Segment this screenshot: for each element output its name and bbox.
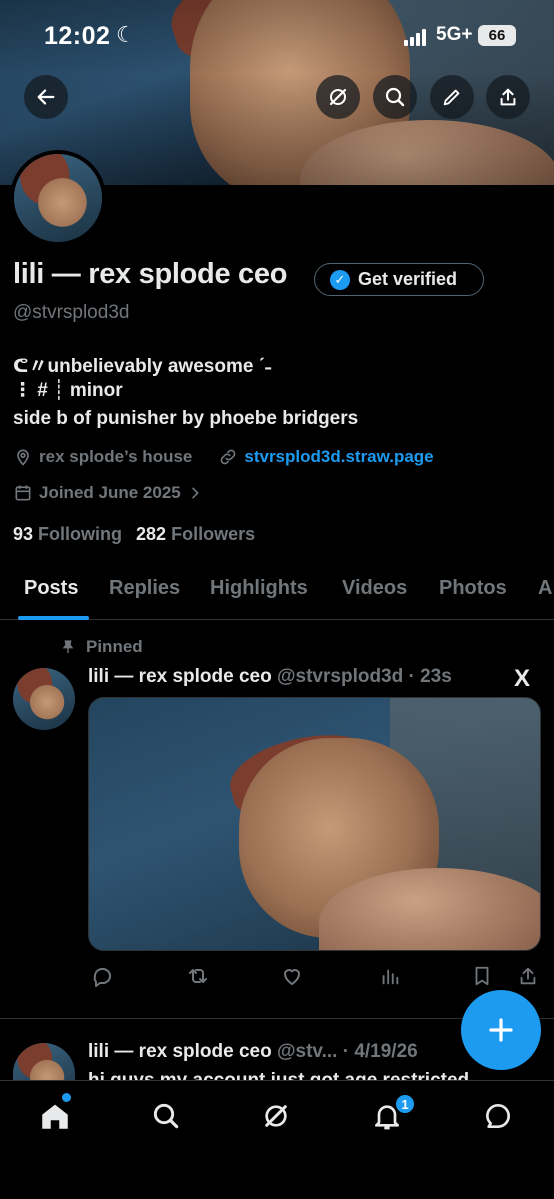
arrow-left-icon bbox=[37, 89, 55, 105]
bio-line-3: side b of punisher by phoebe bridgers bbox=[13, 408, 359, 429]
home-unread-dot bbox=[62, 1093, 71, 1102]
calendar-icon bbox=[15, 485, 31, 501]
followers-label: Followers bbox=[171, 524, 256, 544]
bio-line-1: ᕦ〃unbelievably awesome ˊ˗ bbox=[13, 356, 272, 377]
search-icon bbox=[153, 1103, 179, 1129]
nav-search[interactable] bbox=[146, 1096, 186, 1136]
nav-messages[interactable] bbox=[478, 1096, 518, 1136]
status-time: 12:02 bbox=[44, 22, 111, 50]
following-label: Following bbox=[38, 524, 123, 544]
post-share-button[interactable] bbox=[514, 962, 542, 990]
views-chart-icon bbox=[382, 969, 399, 985]
search-button[interactable] bbox=[373, 75, 417, 119]
bottom-navigation: 1 bbox=[0, 1080, 554, 1199]
views-button[interactable] bbox=[376, 962, 404, 990]
tab-articles[interactable]: A bbox=[538, 577, 552, 600]
profile-tabs: Posts Replies Highlights Videos Photos A bbox=[0, 560, 554, 620]
status-bar: 12:02 ☾ 5G+ 66 bbox=[0, 0, 554, 70]
post-meta: @stv... · 4/19/26 bbox=[277, 1041, 418, 1062]
verified-badge-icon: ✓ bbox=[330, 269, 350, 290]
post-avatar-image bbox=[13, 1043, 75, 1080]
plus-icon bbox=[489, 1018, 513, 1042]
share-button[interactable] bbox=[486, 75, 530, 119]
back-button[interactable] bbox=[24, 75, 68, 119]
grok-icon bbox=[265, 1105, 287, 1127]
moon-icon: ☾ bbox=[116, 22, 136, 47]
post-header: lili — rex splode ceo @stv... · 4/19/26 bbox=[88, 1041, 418, 1063]
followers-count: 282 bbox=[136, 524, 167, 544]
profile-avatar[interactable] bbox=[10, 150, 106, 246]
signal-icon bbox=[404, 28, 426, 46]
reply-icon bbox=[93, 968, 111, 987]
x-logo-icon: X bbox=[514, 665, 531, 692]
message-icon bbox=[486, 1104, 510, 1128]
repost-button[interactable] bbox=[184, 962, 212, 990]
share-icon bbox=[520, 967, 536, 985]
website-link[interactable]: stvrsplod3d.straw.page bbox=[244, 447, 433, 467]
reply-button[interactable] bbox=[88, 962, 116, 990]
following-count: 93 bbox=[13, 524, 34, 544]
bio-line-2: ⋮ # ┊ minor bbox=[13, 380, 123, 401]
post-avatar-image bbox=[13, 668, 75, 730]
post-author[interactable]: lili — rex splode ceo bbox=[88, 666, 272, 687]
home-icon bbox=[42, 1104, 68, 1129]
joined-text: Joined June 2025 bbox=[39, 483, 181, 502]
nav-home[interactable] bbox=[35, 1096, 75, 1136]
profile-name: lili — rex splode ceo bbox=[13, 258, 288, 290]
profile-handle: @stvrsplod3d bbox=[13, 302, 130, 323]
avatar-image bbox=[14, 154, 102, 242]
pinned-label: Pinned bbox=[86, 637, 143, 656]
chevron-right-icon[interactable] bbox=[187, 485, 203, 501]
grok-icon bbox=[329, 88, 347, 106]
tab-videos[interactable]: Videos bbox=[342, 577, 407, 600]
heart-icon bbox=[284, 969, 300, 985]
pin-icon bbox=[62, 640, 74, 653]
post-header: lili — rex splode ceo @stvrsplod3d · 23s bbox=[88, 666, 452, 688]
tab-posts[interactable]: Posts bbox=[24, 577, 78, 600]
edit-button[interactable] bbox=[430, 75, 474, 119]
get-verified-label: Get verified bbox=[358, 269, 458, 289]
tab-photos[interactable]: Photos bbox=[439, 577, 507, 600]
post-avatar[interactable] bbox=[13, 668, 75, 730]
grok-button[interactable] bbox=[316, 75, 360, 119]
share-icon bbox=[500, 88, 516, 106]
post-meta: @stvrsplod3d · 23s bbox=[277, 666, 452, 687]
link-icon bbox=[221, 449, 236, 465]
post-avatar[interactable] bbox=[13, 1043, 75, 1080]
bookmark-button[interactable] bbox=[468, 962, 496, 990]
get-verified-button[interactable]: ✓ Get verified bbox=[314, 263, 484, 296]
location-text: rex splode’s house bbox=[39, 447, 193, 466]
post-media-image[interactable] bbox=[88, 697, 541, 951]
compose-button[interactable] bbox=[461, 990, 541, 1070]
followers-link[interactable]: 282 Followers bbox=[136, 524, 255, 545]
active-tab-indicator bbox=[18, 616, 89, 620]
pinned-indicator: Pinned bbox=[60, 637, 143, 657]
network-label: 5G+ bbox=[436, 24, 473, 45]
bookmark-icon bbox=[475, 966, 489, 986]
tab-highlights[interactable]: Highlights bbox=[210, 577, 308, 600]
search-icon bbox=[385, 87, 405, 107]
tab-replies[interactable]: Replies bbox=[109, 577, 180, 600]
follow-stats: 93 Following 282 Followers bbox=[13, 524, 255, 545]
profile-meta: rex splode’s house stvrsplod3d.straw.pag… bbox=[13, 447, 434, 467]
nav-grok[interactable] bbox=[256, 1096, 296, 1136]
pencil-icon bbox=[443, 89, 460, 106]
post-actions bbox=[88, 962, 548, 990]
location-pin-icon bbox=[17, 449, 29, 466]
like-button[interactable] bbox=[278, 962, 306, 990]
joined-date: Joined June 2025 bbox=[13, 483, 203, 503]
following-link[interactable]: 93 Following bbox=[13, 524, 122, 545]
battery-indicator: 66 bbox=[478, 25, 516, 46]
repost-icon bbox=[189, 969, 207, 983]
post-author[interactable]: lili — rex splode ceo bbox=[88, 1041, 272, 1062]
notification-badge: 1 bbox=[394, 1093, 416, 1115]
